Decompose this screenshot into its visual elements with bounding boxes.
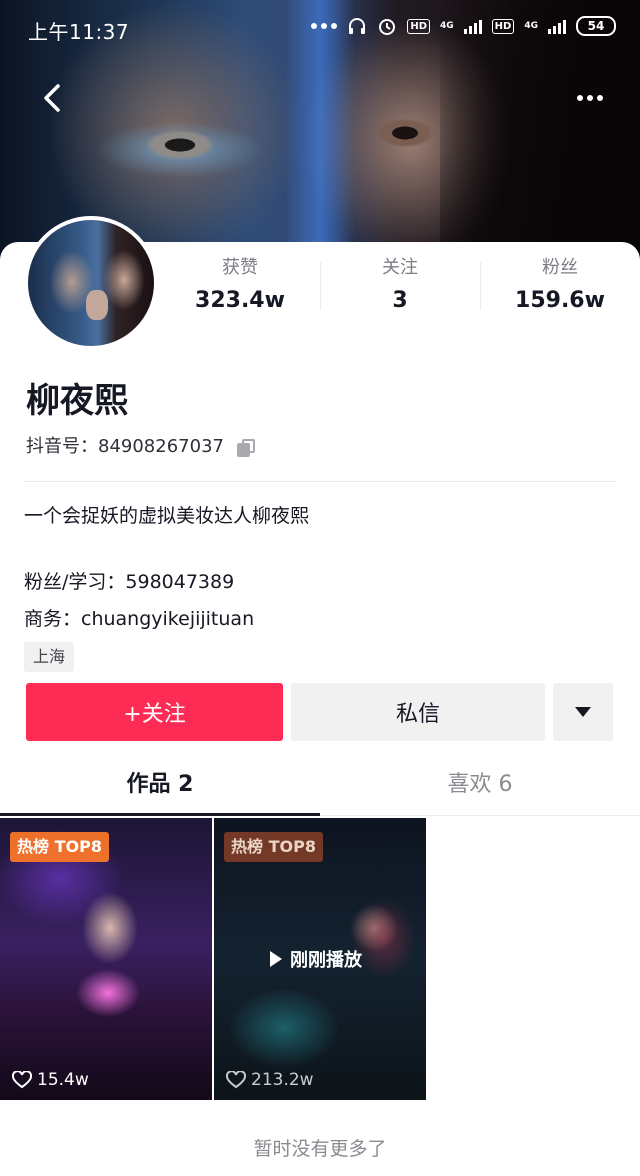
network-type-label: 4G (440, 20, 454, 31)
more-notifications-icon (311, 23, 338, 29)
status-time: 上午11:37 (28, 20, 130, 44)
hd-voice-icon-2: HD (491, 18, 515, 34)
network-type-label-2: 4G (524, 20, 538, 31)
signal-strength-icon-2 (548, 18, 566, 34)
fans-group-text: 粉丝/学习：598047389 (24, 571, 235, 593)
profile-stats: 获赞 323.4w 关注 3 粉丝 159.6w (160, 256, 640, 318)
play-icon (270, 951, 282, 967)
stat-likes-label: 获赞 (222, 257, 258, 278)
video-grid: 热榜 TOP8 15.4w 热榜 TOP8 刚刚播放 213.2w (0, 818, 640, 1100)
divider (24, 481, 616, 482)
stat-followers-label: 粉丝 (542, 257, 578, 278)
back-button[interactable] (30, 76, 74, 120)
alarm-icon (379, 19, 396, 35)
stat-following[interactable]: 关注 3 (320, 256, 480, 318)
tab-likes[interactable]: 喜欢 6 (320, 756, 640, 815)
hd-voice-icon: HD (407, 18, 431, 34)
video-likes-count: 15.4w (37, 1070, 89, 1090)
douyin-id-row: 抖音号：84908267037 (26, 434, 256, 460)
no-more-content-text: 暂时没有更多了 (253, 1138, 387, 1160)
tab-works[interactable]: 作品 2 (0, 756, 320, 816)
location-tag: 上海 (24, 642, 75, 672)
business-contact-text: 商务：chuangyikejijituan (24, 608, 255, 630)
follow-button[interactable]: +关注 (26, 683, 283, 741)
stat-likes[interactable]: 获赞 323.4w (160, 256, 320, 318)
video-likes: 213.2w (226, 1070, 314, 1090)
video-likes: 15.4w (12, 1070, 89, 1090)
heart-icon (12, 1071, 32, 1089)
profile-bio: 一个会捉妖的虚拟美妆达人柳夜熙 (24, 505, 310, 527)
battery-icon: 54 (576, 16, 616, 36)
stat-following-label: 关注 (382, 257, 418, 278)
hot-rank-badge: 热榜 TOP8 (10, 832, 109, 862)
content-tabs: 作品 2 喜欢 6 (0, 756, 640, 816)
video-thumbnail[interactable]: 热榜 TOP8 刚刚播放 213.2w (214, 818, 426, 1100)
stat-followers-value: 159.6w (515, 288, 605, 313)
message-button[interactable]: 私信 (291, 683, 545, 741)
stat-following-value: 3 (392, 288, 408, 313)
just-played-label: 刚刚播放 (290, 950, 362, 971)
profile-nickname: 柳夜熙 (26, 381, 128, 421)
heart-icon (226, 1071, 246, 1089)
caret-down-icon (575, 707, 591, 717)
signal-strength-icon (463, 18, 482, 34)
copy-icon[interactable] (236, 437, 256, 457)
video-likes-count: 213.2w (251, 1070, 314, 1090)
stat-likes-value: 323.4w (195, 288, 285, 313)
recommend-dropdown-button[interactable] (553, 683, 613, 741)
hot-rank-badge: 热榜 TOP8 (224, 832, 323, 862)
more-options-button[interactable] (568, 78, 612, 118)
chevron-left-icon (44, 84, 60, 112)
headphones-icon (349, 18, 366, 34)
stat-followers[interactable]: 粉丝 159.6w (480, 256, 640, 318)
video-thumbnail[interactable]: 热榜 TOP8 15.4w (0, 818, 212, 1100)
douyin-id-text: 抖音号：84908267037 (26, 436, 224, 457)
ellipsis-icon (577, 95, 583, 101)
just-played-overlay: 刚刚播放 (270, 946, 362, 972)
status-bar: 上午11:37 HD 4G HD 4G 54 (0, 0, 640, 58)
avatar[interactable] (24, 216, 158, 350)
